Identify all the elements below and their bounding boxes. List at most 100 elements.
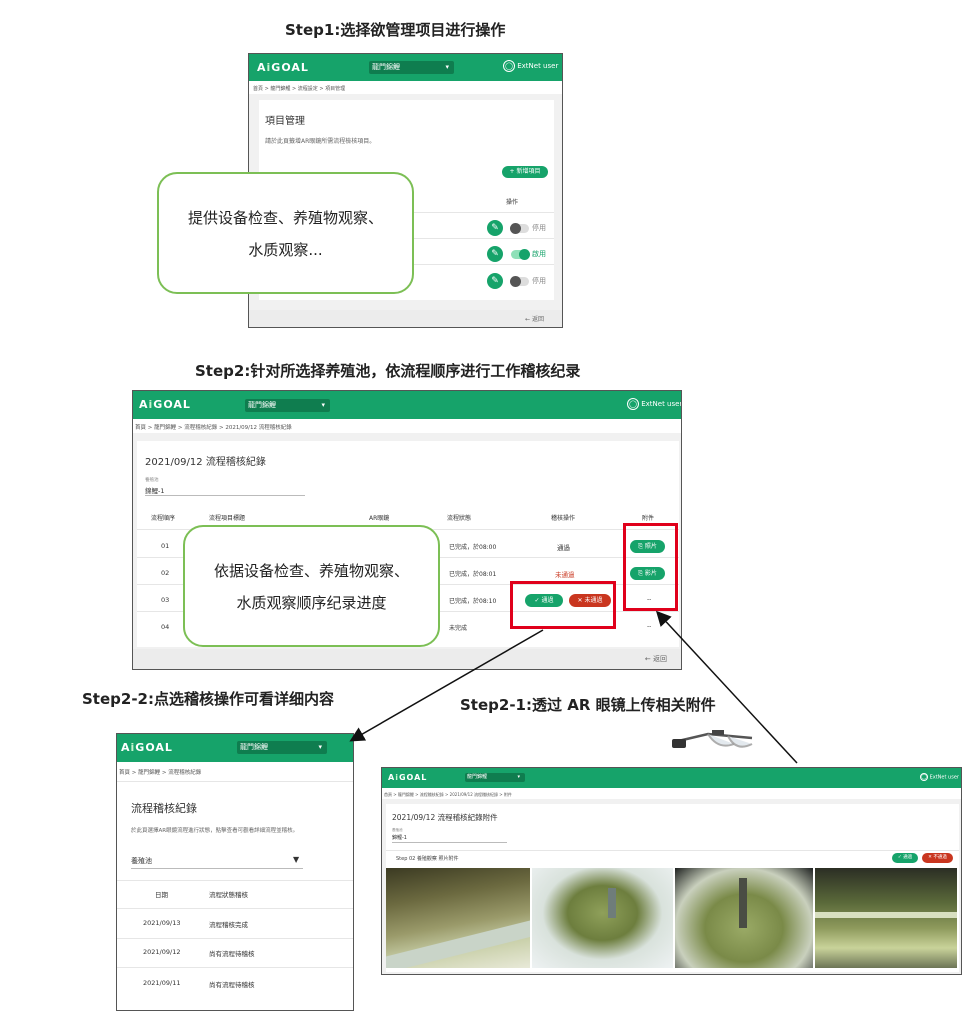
pond-select[interactable]: 龍門錦鯉 ▾ (465, 773, 525, 782)
attachment-photo-2[interactable] (532, 868, 673, 968)
page-title: 2021/09/12 流程稽核紀錄附件 (392, 813, 498, 822)
breadcrumb: 首頁 > 龍門錦鯉 > 流程稽核紀錄 > 2021/09/12 流程稽核紀錄 (135, 425, 292, 431)
table-cell-status[interactable]: 尚有流程待稽核 (209, 979, 255, 989)
pass-button[interactable]: ✓ 通過 (892, 853, 918, 863)
field-underline (145, 495, 305, 496)
bottom-bar: ← 返回 (249, 310, 562, 327)
chevron-down-icon: ▾ (321, 401, 325, 409)
row-divider (117, 938, 353, 939)
ar-glasses-icon (672, 730, 753, 748)
step2-1-title: Step2-1:透过 AR 眼镜上传相关附件 (460, 696, 716, 714)
row-divider (117, 908, 353, 909)
callout-step2: 依据设备检查、养殖物观察、 水质观察顺序纪录进度 (183, 525, 440, 647)
screen-attachments: AiGOAL 龍門錦鯉 ▾ ◯ ExtNet user 首頁 > 龍門錦鯉 > 流… (381, 767, 962, 975)
breadcrumb: 首頁 > 龍門錦鯉 > 流程稽核紀錄 > 2021/09/12 流程稽核紀錄 >… (384, 792, 512, 797)
chevron-down-icon[interactable]: ▼ (293, 855, 299, 864)
page-description: 請於此頁籤增AR眼鏡所需流程檢核項目。 (265, 138, 376, 145)
add-item-button[interactable]: + 新增項目 (502, 166, 548, 178)
breadcrumb: 首頁 > 龍門錦鯉 > 流程設定 > 項目管理 (253, 86, 346, 92)
table-cell-status[interactable]: 流程稽核完成 (209, 919, 248, 929)
table-cell-date: 2021/09/12 (143, 948, 181, 956)
callout-line: 依据设备检查、养殖物观察、 (213, 562, 409, 580)
page-title: 項目管理 (265, 116, 305, 127)
col-header-title: 流程項目標題 (209, 515, 246, 522)
pond-select[interactable]: 龍門錦鯉 ▾ (369, 61, 454, 74)
user-icon: ◯ (503, 60, 515, 72)
col-header-ar: AR眼鏡 (369, 515, 390, 522)
pond-select[interactable]: 龍門錦鯉 ▾ (245, 399, 330, 412)
table-cell-status[interactable]: 尚有流程待稽核 (209, 948, 255, 958)
table-cell-date: 2021/09/13 (143, 919, 181, 927)
table-cell-status: 已完成，於08:01 (449, 571, 497, 578)
row-divider (117, 967, 353, 968)
aigoal-logo: AiGOAL (257, 61, 309, 74)
user-icon: ◯ (627, 398, 639, 410)
top-bar: AiGOAL 龍門錦鯉 ▾ ◯ ExtNet user (133, 391, 681, 419)
page-description: 於此頁選擇AR眼鏡流程進行狀態，點擊查看可觀看詳細流程並稽核。 (131, 828, 299, 834)
aigoal-logo: AiGOAL (139, 398, 191, 411)
col-header-order: 流程順序 (151, 515, 176, 522)
table-cell-order: 02 (161, 569, 170, 577)
column-header-action: 操作 (506, 199, 519, 206)
screen-audit-list: AiGOAL 龍門錦鯉 ▾ 首頁 > 龍門錦鯉 > 流程稽核紀錄 流程稽核紀錄 於… (116, 733, 354, 1011)
table-cell-audit: 通過 (557, 544, 570, 552)
chevron-down-icon: ▾ (517, 774, 520, 780)
col-header-audit: 稽核操作 (551, 515, 576, 522)
user-menu[interactable]: ◯ ExtNet user (920, 773, 959, 781)
field-label: 養殖池 (145, 478, 159, 483)
field-value: 錦鯉-1 (392, 835, 407, 841)
select-underline (131, 868, 303, 869)
attachment-photo-3[interactable] (675, 868, 813, 968)
toggle-switch[interactable] (510, 223, 529, 234)
bottom-bar: ← 返回 (133, 649, 681, 669)
back-link[interactable]: ← 返回 (645, 654, 667, 664)
col-header-status: 流程狀態 (447, 515, 472, 522)
top-bar: AiGOAL 龍門錦鯉 ▾ ◯ ExtNet user (382, 768, 961, 788)
pond-filter-select[interactable]: 養殖池 (131, 856, 152, 866)
col-header-status: 流程狀態稽核 (209, 891, 248, 899)
edit-icon[interactable]: ✎ (487, 246, 503, 262)
user-menu[interactable]: ◯ ExtNet user (503, 60, 558, 72)
user-icon: ◯ (920, 773, 928, 781)
callout-line: 水质观察... (248, 241, 323, 259)
edit-icon[interactable]: ✎ (487, 220, 503, 236)
callout-line: 水质观察顺序纪录进度 (236, 594, 387, 612)
aigoal-logo: AiGOAL (388, 773, 428, 782)
attachment-photo-4[interactable] (815, 868, 957, 968)
back-link[interactable]: ← 返回 (525, 314, 544, 323)
divider (117, 781, 353, 782)
callout-step1: 提供设备检查、养殖物观察、 水质观察... (157, 172, 414, 294)
field-underline (392, 842, 507, 843)
attachment-photo-1[interactable] (386, 868, 530, 968)
highlight-audit-actions (510, 581, 616, 629)
row-divider (117, 880, 353, 881)
table-cell-audit: 未通過 (555, 571, 575, 579)
field-value: 錦鯉-1 (145, 487, 165, 495)
top-bar: AiGOAL 龍門錦鯉 ▾ ◯ ExtNet user (249, 54, 562, 81)
highlight-attachments (623, 523, 678, 611)
table-cell-order: 03 (161, 596, 170, 604)
content-card: 2021/09/12 流程稽核紀錄附件 養殖池 錦鯉-1 Step 02 養殖觀… (386, 804, 959, 972)
step2-2-title: Step2-2:点选稽核操作可看详细内容 (82, 690, 334, 708)
pond-select[interactable]: 龍門錦鯉 ▾ (237, 741, 327, 754)
user-menu[interactable]: ◯ ExtNet user (627, 398, 681, 410)
col-header-date: 日期 (155, 891, 168, 899)
chevron-down-icon: ▾ (445, 63, 449, 71)
page-title: 流程稽核紀錄 (131, 802, 197, 815)
step2-title: Step2:针对所选择养殖池，依流程顺序进行工作稽核纪录 (195, 362, 581, 380)
fail-button[interactable]: ✕ 不通過 (922, 853, 953, 863)
step-label: Step 02 養殖觀察 照片附件 (396, 856, 459, 862)
callout-line: 提供设备检查、养殖物观察、 (187, 209, 383, 227)
table-cell-order: 01 (161, 542, 170, 550)
table-cell-status: 已完成，於08:00 (449, 544, 497, 551)
toggle-label: 停用 (532, 277, 546, 285)
toggle-switch[interactable] (510, 276, 529, 287)
step1-title: Step1:选择欲管理项目进行操作 (285, 21, 506, 39)
chevron-down-icon: ▾ (318, 743, 322, 751)
field-label: 養殖池 (392, 828, 403, 832)
toggle-switch[interactable] (511, 249, 530, 260)
aigoal-logo: AiGOAL (121, 741, 173, 754)
toggle-label: 啟用 (532, 250, 546, 258)
breadcrumb: 首頁 > 龍門錦鯉 > 流程稽核紀錄 (119, 770, 202, 776)
edit-icon[interactable]: ✎ (487, 273, 503, 289)
